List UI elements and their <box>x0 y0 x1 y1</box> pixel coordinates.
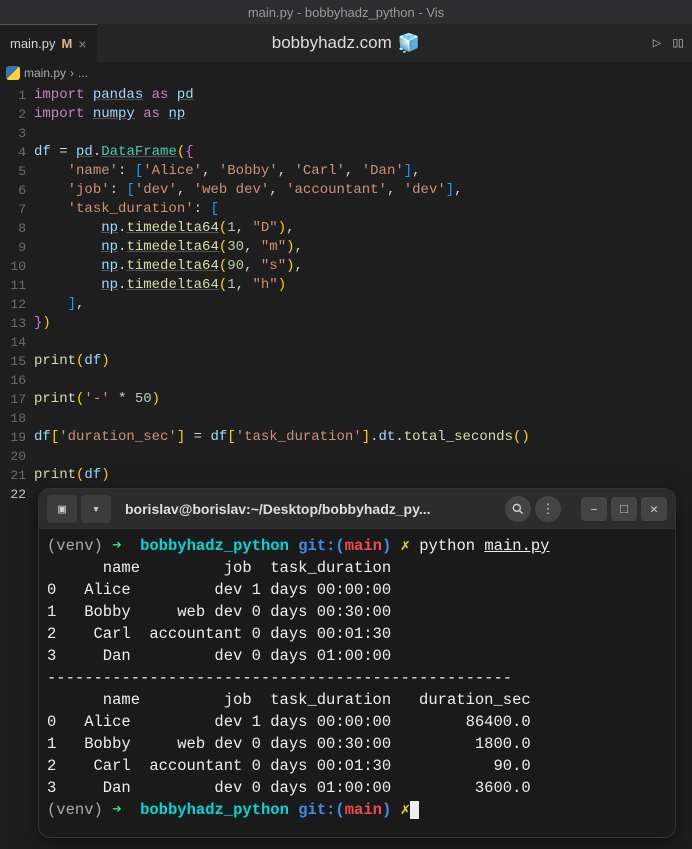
menu-icon[interactable]: ⋮ <box>535 496 561 522</box>
tab-filename: main.py <box>10 36 56 51</box>
banner-text: bobbyhadz.com <box>272 33 392 53</box>
python-file-icon <box>6 66 20 80</box>
terminal-window: ▣ ▾ borislav@borislav:~/Desktop/bobbyhad… <box>38 488 676 838</box>
terminal-body[interactable]: (venv) ➜ bobbyhadz_python git:(main) ✗ p… <box>39 529 675 827</box>
breadcrumb[interactable]: main.py › ... <box>0 62 692 84</box>
minimize-icon[interactable]: – <box>581 497 607 521</box>
split-icon[interactable]: ▯▯ <box>671 35 682 52</box>
code-content[interactable]: import pandas as pd import numpy as np d… <box>32 86 530 504</box>
table-row: 0 Alice dev 1 days 00:00:00 86400.0 <box>47 713 531 731</box>
run-icon[interactable]: ▷ <box>653 35 661 52</box>
table-row: 3 Dan dev 0 days 01:00:00 3600.0 <box>47 779 531 797</box>
new-tab-button[interactable]: ▣ <box>47 495 77 523</box>
terminal-title: borislav@borislav:~/Desktop/bobbyhadz_py… <box>115 501 501 517</box>
table-row: 2 Carl accountant 0 days 00:01:30 <box>47 625 391 643</box>
breadcrumb-file: main.py <box>24 66 66 80</box>
cursor <box>410 801 419 819</box>
close-window-icon[interactable]: ✕ <box>641 497 667 521</box>
tab-main-py[interactable]: main.py M × <box>0 24 97 62</box>
table-row: 1 Bobby web dev 0 days 00:30:00 <box>47 603 391 621</box>
table-row: name job task_duration duration_sec <box>47 691 531 709</box>
code-editor[interactable]: 1 2 3 4 5 6 7 8 9 10 11 12 13 14 15 16 1… <box>0 84 692 504</box>
banner: bobbyhadz.com 🧊 <box>0 33 692 54</box>
breadcrumb-more: ... <box>78 66 88 80</box>
line-gutter: 1 2 3 4 5 6 7 8 9 10 11 12 13 14 15 16 1… <box>0 86 32 504</box>
cube-icon: 🧊 <box>398 33 420 54</box>
window-title: main.py - bobbyhadz_python - Vis <box>248 5 444 20</box>
table-row: name job task_duration <box>47 559 391 577</box>
search-icon[interactable] <box>505 496 531 522</box>
editor-actions: ▷ ▯▯ <box>653 35 682 52</box>
table-row: 1 Bobby web dev 0 days 00:30:00 1800.0 <box>47 735 531 753</box>
table-row: 3 Dan dev 0 days 01:00:00 <box>47 647 391 665</box>
tab-dropdown-button[interactable]: ▾ <box>81 495 111 523</box>
close-icon[interactable]: × <box>78 36 86 52</box>
table-row: 2 Carl accountant 0 days 00:01:30 90.0 <box>47 757 531 775</box>
breadcrumb-sep: › <box>70 66 74 80</box>
maximize-icon[interactable]: □ <box>611 497 637 521</box>
terminal-header: ▣ ▾ borislav@borislav:~/Desktop/bobbyhad… <box>39 489 675 529</box>
tab-bar: main.py M × bobbyhadz.com 🧊 ▷ ▯▯ <box>0 24 692 62</box>
tab-modified-indicator: M <box>62 36 73 51</box>
table-row: 0 Alice dev 1 days 00:00:00 <box>47 581 391 599</box>
window-title-bar: main.py - bobbyhadz_python - Vis <box>0 0 692 24</box>
